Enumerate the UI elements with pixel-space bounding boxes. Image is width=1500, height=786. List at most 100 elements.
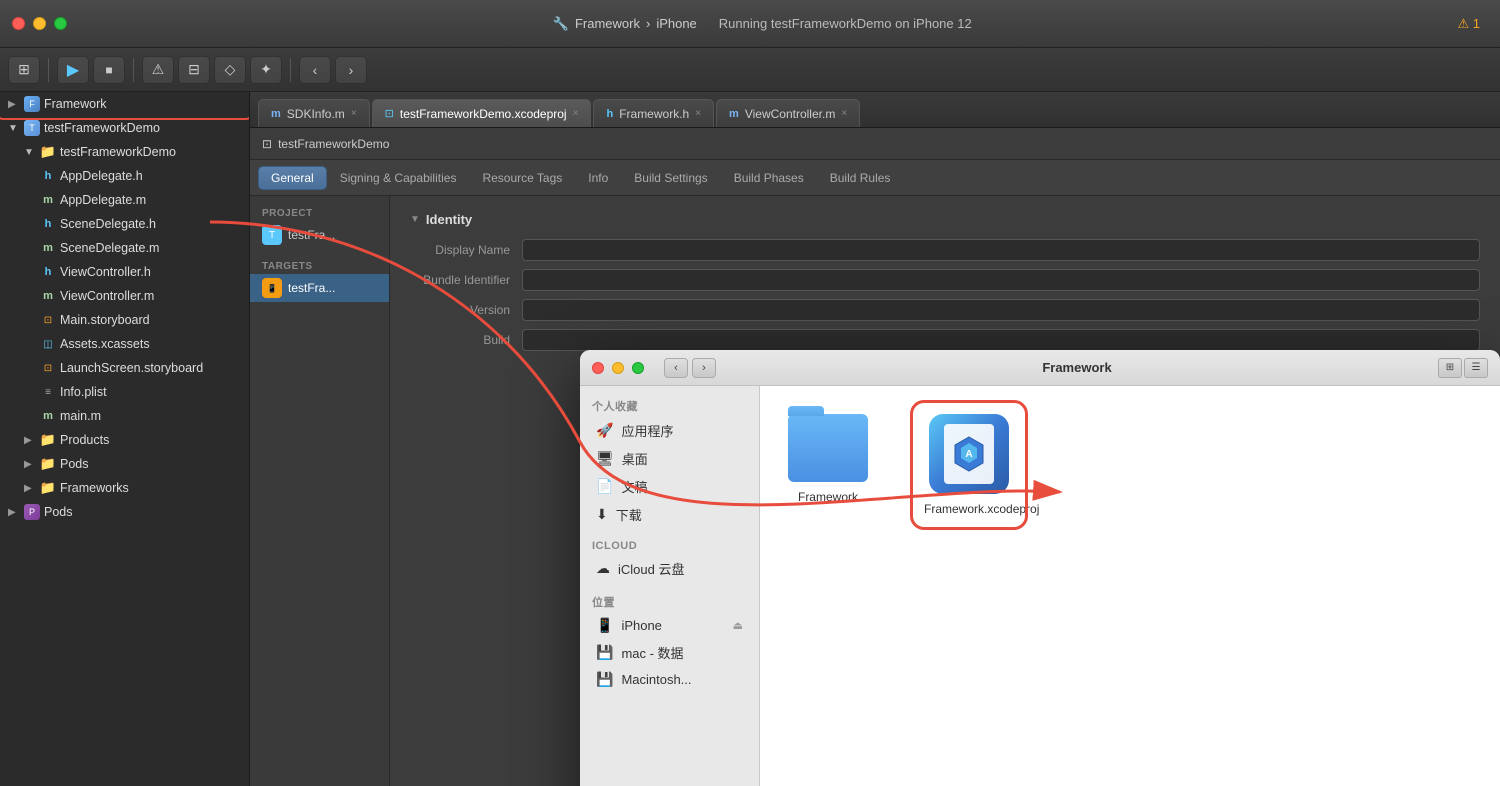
sidebar-label: main.m: [60, 409, 101, 423]
xcassets-icon: ◫: [40, 336, 56, 352]
sidebar-item-viewcontroller-m[interactable]: m ViewController.m: [0, 284, 249, 308]
eject-icon[interactable]: ⏏: [733, 619, 743, 632]
tab-sdkinfo[interactable]: m SDKInfo.m ×: [258, 99, 370, 127]
breadcrumb-icon: ⊡: [262, 137, 272, 151]
tab-signing[interactable]: Signing & Capabilities: [327, 166, 470, 190]
finder-list-view-button[interactable]: ☰: [1464, 358, 1488, 378]
sidebar-label: AppDelegate.m: [60, 193, 146, 207]
tab-viewcontroller-m[interactable]: m ViewController.m ×: [716, 99, 860, 127]
tab-xcodeproj[interactable]: ⊡ testFrameworkDemo.xcodeproj ×: [372, 99, 592, 127]
identity-title: Identity: [426, 212, 472, 227]
tab-close-icon[interactable]: ×: [573, 108, 579, 119]
tab-close-icon[interactable]: ×: [841, 108, 847, 119]
sidebar-item-assets[interactable]: ◫ Assets.xcassets: [0, 332, 249, 356]
target-item-testframeworkdemo[interactable]: 📱 testFra...: [250, 274, 389, 302]
sidebar-item-testframeworkdemo-folder[interactable]: ▼ 📁 testFrameworkDemo: [0, 140, 249, 164]
device-label[interactable]: iPhone: [656, 16, 696, 31]
finder-item-docs[interactable]: 📄 文稿: [584, 473, 755, 500]
close-button[interactable]: [12, 17, 25, 30]
finder-item-label: 下载: [616, 505, 642, 524]
tab-resource-tags[interactable]: Resource Tags: [469, 166, 575, 190]
expand-icon: ▼: [8, 123, 20, 134]
finder-item-mac-data[interactable]: 💾 mac - 数据: [584, 639, 755, 666]
forward-nav-button[interactable]: ›: [335, 56, 367, 84]
finder-back-button[interactable]: ‹: [664, 358, 688, 378]
finder-section-locations: 位置: [580, 590, 759, 612]
tab-build-settings[interactable]: Build Settings: [621, 166, 720, 190]
finder-close-button[interactable]: [592, 362, 604, 374]
finder-item-desktop[interactable]: 🖥 桌面: [584, 445, 755, 472]
warning-indicator[interactable]: ⚠ 1: [1458, 16, 1481, 32]
project-item-testframeworkdemo[interactable]: T testFra...: [250, 221, 389, 249]
tab-build-phases[interactable]: Build Phases: [721, 166, 817, 190]
sidebar-item-pods-group[interactable]: ▶ P Pods: [0, 500, 249, 524]
tab-icon: ⊡: [385, 107, 394, 120]
plist-icon: ≡: [40, 384, 56, 400]
sidebar-item-appdelegate-m[interactable]: m AppDelegate.m: [0, 188, 249, 212]
finder-item-iphone[interactable]: 📱 iPhone ⏏: [584, 613, 755, 638]
sidebar-item-scenedelegate-h[interactable]: h SceneDelegate.h: [0, 212, 249, 236]
sidebar-item-launchscreen[interactable]: ⊡ LaunchScreen.storyboard: [0, 356, 249, 380]
sidebar-item-viewcontroller-h[interactable]: h ViewController.h: [0, 260, 249, 284]
identity-input-bundle[interactable]: [522, 269, 1480, 291]
finder-file-framework-folder[interactable]: Framework: [780, 406, 876, 512]
breakpoint-button[interactable]: ◇: [214, 56, 246, 84]
finder-item-label: iCloud 云盘: [618, 559, 684, 578]
identity-input-displayname[interactable]: [522, 239, 1480, 261]
finder-item-apps[interactable]: 🚀 应用程序: [584, 417, 755, 444]
toolbar: ⊞ ▶ ■ ⚠ ⊟ ◇ ✦ ‹ ›: [0, 48, 1500, 92]
identity-input-build[interactable]: [522, 329, 1480, 351]
target-icon: 📱: [262, 278, 282, 298]
identity-label-version: Version: [410, 303, 510, 317]
fullscreen-button[interactable]: [54, 17, 67, 30]
play-button[interactable]: ▶: [57, 56, 89, 84]
tab-label: testFrameworkDemo.xcodeproj: [400, 107, 567, 121]
project-targets-panel: PROJECT T testFra... TARGETS 📱 testFra..…: [250, 196, 390, 786]
sidebar-item-main-m[interactable]: m main.m: [0, 404, 249, 428]
sidebar-item-testframeworkdemo[interactable]: ▼ T testFrameworkDemo: [0, 116, 249, 140]
sidebar-item-info-plist[interactable]: ≡ Info.plist: [0, 380, 249, 404]
finder-fullscreen-button[interactable]: [632, 362, 644, 374]
scheme-label[interactable]: Framework: [575, 16, 640, 31]
back-nav-button[interactable]: ‹: [299, 56, 331, 84]
finder-file-framework-xcodeproj[interactable]: A Framework.xcodeproj: [916, 406, 1022, 524]
tab-info[interactable]: Info: [575, 166, 621, 190]
scheme-icon: 🔧: [553, 16, 569, 32]
finder-forward-button[interactable]: ›: [692, 358, 716, 378]
diff-button[interactable]: ⊟: [178, 56, 210, 84]
sidebar-item-products[interactable]: ▶ 📁 Products: [0, 428, 249, 452]
finder-item-icloud-drive[interactable]: ☁ iCloud 云盘: [584, 555, 755, 582]
identity-input-version[interactable]: [522, 299, 1480, 321]
identity-row-build: Build: [410, 329, 1480, 351]
sidebar-item-main-storyboard[interactable]: ⊡ Main.storyboard: [0, 308, 249, 332]
tab-framework-h[interactable]: h Framework.h ×: [593, 99, 714, 127]
tab-general[interactable]: General: [258, 166, 327, 190]
stop-icon: ■: [105, 63, 112, 77]
sidebar-item-framework[interactable]: ▶ F Framework: [0, 92, 249, 116]
finder-item-label: Macintosh...: [621, 672, 691, 687]
env-button[interactable]: ✦: [250, 56, 282, 84]
stop-button[interactable]: ■: [93, 56, 125, 84]
sidebar-item-appdelegate-h[interactable]: h AppDelegate.h: [0, 164, 249, 188]
finder-grid-view-button[interactable]: ⊞: [1438, 358, 1462, 378]
docs-icon: 📄: [596, 478, 613, 495]
m-file-icon: m: [40, 240, 56, 256]
minimize-button[interactable]: [33, 17, 46, 30]
expand-icon: ▼: [24, 147, 36, 158]
tab-close-icon[interactable]: ×: [351, 108, 357, 119]
finder-minimize-button[interactable]: [612, 362, 624, 374]
finder-item-macintosh[interactable]: 💾 Macintosh...: [584, 667, 755, 692]
finder-titlebar: ‹ › Framework ⊞ ☰: [580, 350, 1500, 386]
collapse-icon[interactable]: ▼: [410, 214, 420, 225]
title-bar-center: 🔧 Framework › iPhone Running testFramewo…: [79, 16, 1446, 32]
sidebar-item-pods[interactable]: ▶ 📁 Pods: [0, 452, 249, 476]
finder-item-downloads[interactable]: ⬇ 下载: [584, 501, 755, 528]
h-file-icon: h: [40, 216, 56, 232]
finder-forward-icon: ›: [702, 362, 706, 374]
sidebar-toggle-button[interactable]: ⊞: [8, 56, 40, 84]
issue-button[interactable]: ⚠: [142, 56, 174, 84]
tab-close-icon[interactable]: ×: [695, 108, 701, 119]
tab-build-rules[interactable]: Build Rules: [817, 166, 904, 190]
sidebar-item-scenedelegate-m[interactable]: m SceneDelegate.m: [0, 236, 249, 260]
sidebar-item-frameworks[interactable]: ▶ 📁 Frameworks: [0, 476, 249, 500]
